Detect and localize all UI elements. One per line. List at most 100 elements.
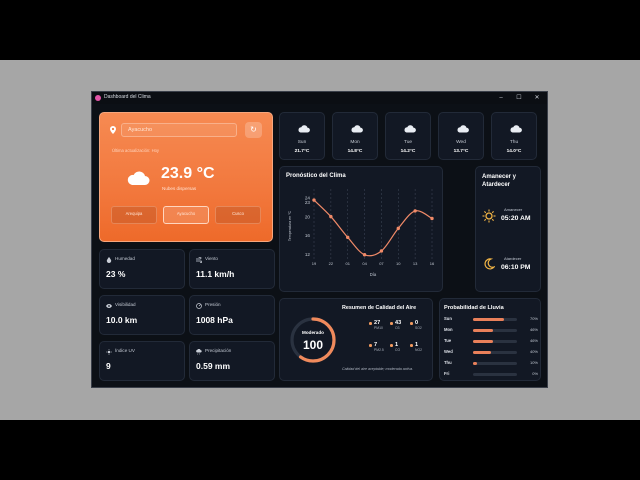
sun-icon xyxy=(106,349,112,355)
aqi-status: Moderado xyxy=(302,330,324,335)
x-tick-label: 07 xyxy=(379,261,384,266)
rain-bar-fill xyxy=(473,351,491,354)
pollutant-name: CO xyxy=(395,348,401,352)
rain-day: Tue xyxy=(444,338,452,343)
rain-probability-card: Probabilidad de Lluvia Sun 70% Mon 46% Tue… xyxy=(439,298,541,381)
pollutant-item: 7 PM2.5 xyxy=(369,342,391,352)
moon-icon xyxy=(484,258,495,270)
forecast-day: Mon xyxy=(350,140,360,145)
window-title: Dashboard del Clima xyxy=(104,94,151,100)
forecast-temp: 14.8°C xyxy=(347,149,363,154)
rain-row: Fri 0% xyxy=(444,371,538,379)
pollutant-value: 1 xyxy=(390,342,412,348)
minimize-button[interactable]: – xyxy=(496,93,506,103)
title-bar[interactable]: Dashboard del Clima – ☐ ✕ xyxy=(92,92,547,104)
weather-description: Nubes dispersas xyxy=(162,186,197,191)
cloud-icon xyxy=(510,125,522,133)
data-point xyxy=(379,249,384,253)
y-tick-label: 20 xyxy=(305,214,311,219)
maximize-button[interactable]: ☐ xyxy=(514,93,524,103)
sunset-label: Atardecer xyxy=(504,256,522,261)
pollutant-value: 27 xyxy=(369,320,391,326)
stat-value: 11.1 km/h xyxy=(196,269,235,279)
location-pin-icon xyxy=(110,126,116,134)
rain-percent: 0% xyxy=(532,371,538,376)
rain-bar-track xyxy=(473,318,517,321)
wind-card: Viento 11.1 km/h xyxy=(189,249,275,289)
pollutant-value: 7 xyxy=(369,342,391,348)
rain-bar-track xyxy=(473,351,517,354)
temperature-series-line xyxy=(313,199,433,257)
temperature-line-chart: 19 22 01 04 07 10 13 161216202423Temperatura en… xyxy=(288,189,435,277)
pollutant-value: 1 xyxy=(410,342,432,348)
uv-index-card: Índice UV 9 xyxy=(99,341,185,381)
stat-label: Precipitación xyxy=(205,348,232,353)
pollutant-value: 43 xyxy=(390,320,412,326)
letterbox-top xyxy=(0,0,640,60)
x-tick-label: 19 xyxy=(312,261,317,266)
pollutant-item: 1 CO xyxy=(390,342,412,352)
forecast-temp: 13.7°C xyxy=(453,149,469,154)
visibility-card: Visibilidad 10.0 km xyxy=(99,295,185,335)
forecast-temp: 21.7°C xyxy=(294,149,310,154)
data-point xyxy=(329,214,333,219)
refresh-button[interactable]: ↻ xyxy=(245,122,262,138)
forecast-chart-card: Pronóstico del Clima 19 22 01 04 07 10 13 16 12 1… xyxy=(279,166,443,292)
stat-label: Visibilidad xyxy=(115,302,136,307)
city-button-ayacucho[interactable]: Ayacucho xyxy=(163,206,209,224)
pollutant-name: NO2 xyxy=(415,348,422,352)
cloud-icon xyxy=(457,125,469,133)
cloud-icon xyxy=(298,125,310,133)
sunrise-sunset-card: Amanecer y Atardecer Amanecer 05:20 AM A… xyxy=(475,166,541,292)
pollutant-item: 27 PM10 xyxy=(369,320,391,330)
letterbox-bottom xyxy=(0,420,640,480)
data-point xyxy=(312,198,316,202)
cloud-icon xyxy=(351,125,363,133)
rain-bar-fill xyxy=(473,318,504,321)
x-axis-label: Día xyxy=(370,272,377,277)
pollutant-name: PM10 xyxy=(374,326,383,330)
forecast-day-card: Wed 13.7°C xyxy=(438,112,484,160)
data-point xyxy=(430,216,434,221)
app-icon xyxy=(95,95,101,101)
pollutant-name: PM2.5 xyxy=(374,348,384,352)
refresh-icon: ↻ xyxy=(250,125,257,134)
droplet-icon xyxy=(106,257,112,263)
current-temperature: 23.9 °C xyxy=(161,165,215,182)
rain-percent: 46% xyxy=(529,327,538,332)
aqi-value: 100 xyxy=(302,338,324,352)
stat-label: Índice UV xyxy=(115,348,135,353)
x-tick-label: 22 xyxy=(329,261,334,266)
x-tick-label: 01 xyxy=(345,261,350,266)
x-tick-label: 04 xyxy=(362,261,367,266)
rain-row: Sun 70% xyxy=(444,316,538,324)
y-tick-label: 12 xyxy=(305,252,311,257)
city-button-arequipa[interactable]: Arequipa xyxy=(111,206,157,224)
rain-cloud-icon xyxy=(196,349,202,355)
rain-day: Fri xyxy=(444,371,450,376)
city-search-input[interactable]: Ayacucho xyxy=(121,123,237,137)
data-point xyxy=(362,253,367,257)
stat-label: Presión xyxy=(205,302,221,307)
rain-bar-track xyxy=(473,329,517,332)
forecast-day-card: Sun 21.7°C xyxy=(279,112,325,160)
sunrise-icon xyxy=(482,209,496,223)
x-tick-label: 10 xyxy=(396,261,401,266)
forecast-day: Sun xyxy=(297,140,307,145)
city-button-cusco[interactable]: Cusco xyxy=(215,206,261,224)
chart-title: Pronóstico del Clima xyxy=(286,173,346,179)
rain-title: Probabilidad de Lluvia xyxy=(444,305,504,311)
pollutant-name: O3 xyxy=(395,326,400,330)
stat-label: Humedad xyxy=(115,256,135,261)
air-quality-note: Calidad del aire aceptable; moderada act… xyxy=(342,367,414,371)
stat-value: 23 % xyxy=(106,269,126,279)
rain-row: Tue 46% xyxy=(444,338,538,346)
forecast-day: Tue xyxy=(403,140,413,145)
rain-percent: 70% xyxy=(529,316,538,321)
stat-value: 9 xyxy=(106,361,111,371)
rain-row: Mon 46% xyxy=(444,327,538,335)
close-button[interactable]: ✕ xyxy=(532,93,542,103)
pollutant-name: SO2 xyxy=(415,326,422,330)
pressure-card: Presión 1008 hPa xyxy=(189,295,275,335)
cloud-icon xyxy=(127,171,150,185)
